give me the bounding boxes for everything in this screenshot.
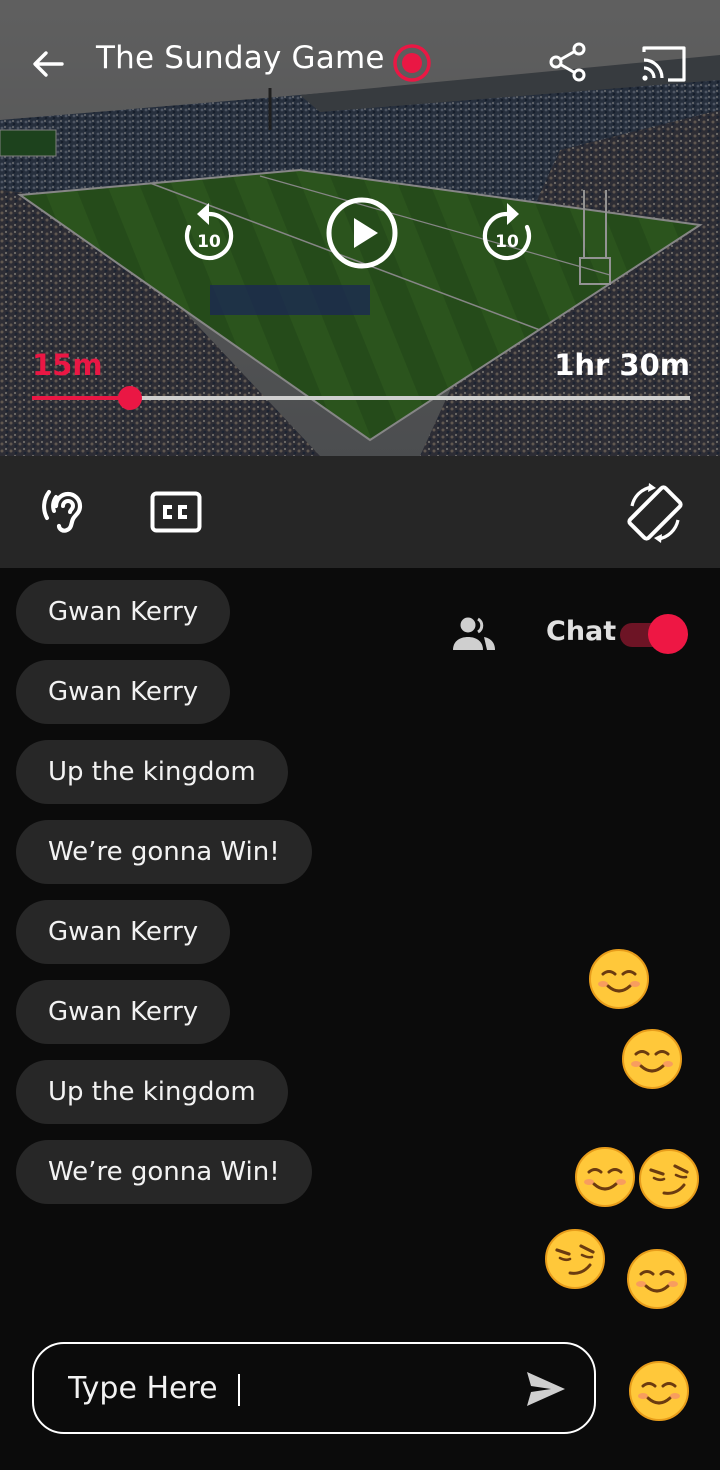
toggle-knob bbox=[648, 614, 688, 654]
rewind-seconds: 10 bbox=[197, 232, 221, 252]
chat-message: Gwan Kerry bbox=[16, 900, 231, 964]
emoji-picker-icon[interactable] bbox=[628, 1360, 690, 1422]
smirking-face-emoji-icon bbox=[545, 1229, 605, 1289]
forward-10-icon[interactable]: 10 bbox=[478, 202, 536, 266]
chat-panel: Gwan Kerry Gwan Kerry Up the kingdom We’… bbox=[0, 568, 720, 1470]
player-top-bar: The Sunday Game bbox=[0, 0, 720, 120]
video-title: The Sunday Game bbox=[96, 40, 385, 76]
chat-message: Up the kingdom bbox=[16, 1060, 288, 1124]
video-player[interactable]: The Sunday Game 10 10 15m 1hr 30m bbox=[0, 0, 720, 456]
chat-message: Gwan Kerry bbox=[16, 980, 231, 1044]
chat-toggle-switch[interactable] bbox=[620, 614, 690, 656]
total-duration: 1hr 30m bbox=[554, 348, 690, 382]
smiling-face-emoji-icon bbox=[627, 1249, 687, 1309]
smiling-face-emoji-icon bbox=[589, 949, 649, 1009]
smiling-face-emoji-icon bbox=[622, 1029, 682, 1089]
closed-captions-icon[interactable] bbox=[150, 490, 202, 534]
text-caret bbox=[238, 1374, 240, 1406]
forward-seconds: 10 bbox=[495, 232, 519, 252]
chat-message: We’re gonna Win! bbox=[16, 820, 312, 884]
send-icon[interactable] bbox=[524, 1368, 568, 1410]
screen-rotation-icon[interactable] bbox=[622, 482, 688, 544]
chat-toggle-label: Chat bbox=[546, 616, 617, 647]
elapsed-time: 15m bbox=[32, 348, 103, 382]
player-controls-bar bbox=[0, 456, 720, 568]
replay-10-icon[interactable]: 10 bbox=[180, 202, 238, 266]
chat-message: Gwan Kerry bbox=[16, 660, 231, 724]
seek-bar-progress bbox=[32, 396, 131, 400]
people-icon[interactable] bbox=[450, 616, 498, 652]
chat-message: Up the kingdom bbox=[16, 740, 288, 804]
chat-input-container bbox=[32, 1342, 596, 1434]
smirking-face-emoji-icon bbox=[639, 1149, 699, 1209]
arrow-back-icon[interactable] bbox=[26, 42, 70, 86]
seek-bar[interactable] bbox=[32, 386, 690, 410]
chat-message-input[interactable] bbox=[68, 1362, 508, 1414]
share-icon[interactable] bbox=[546, 40, 590, 84]
chat-message: We’re gonna Win! bbox=[16, 1140, 312, 1204]
hearing-icon[interactable] bbox=[36, 484, 92, 540]
chat-message: Gwan Kerry bbox=[16, 580, 231, 644]
play-circle-icon[interactable] bbox=[325, 196, 399, 270]
seek-bar-thumb[interactable] bbox=[118, 386, 143, 410]
live-record-icon bbox=[393, 44, 431, 82]
cast-icon[interactable] bbox=[638, 40, 690, 84]
smiling-face-emoji-icon bbox=[575, 1147, 635, 1207]
